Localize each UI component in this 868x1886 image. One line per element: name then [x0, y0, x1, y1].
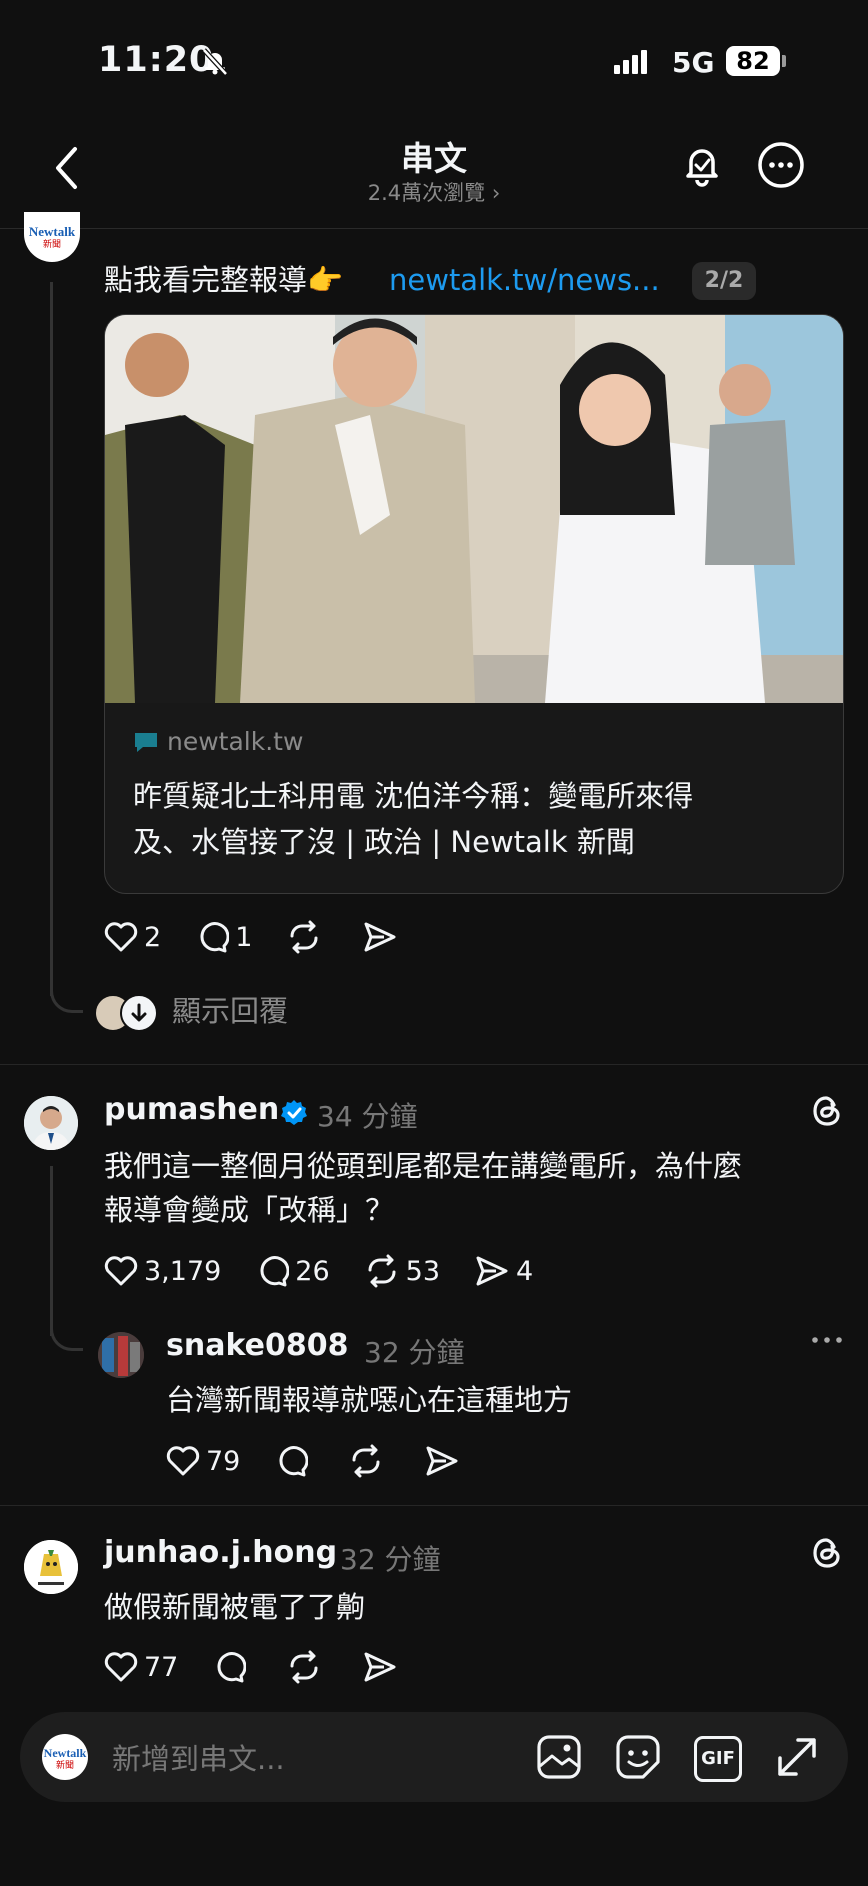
- compose-avatar: Newtalk 新聞: [42, 1734, 88, 1780]
- silent-bell-icon: [202, 48, 228, 76]
- thread-line: [50, 1166, 53, 1336]
- repost-button[interactable]: [286, 1650, 328, 1684]
- send-icon: [364, 922, 396, 952]
- share-count: 4: [516, 1255, 534, 1287]
- reply1-username[interactable]: snake0808: [166, 1328, 348, 1363]
- newtalk-avatar[interactable]: Newtalk 新聞: [24, 212, 80, 262]
- repost-icon: [290, 1650, 318, 1684]
- repost-button[interactable]: [286, 920, 328, 954]
- compose-bar[interactable]: Newtalk 新聞 新增到串文... GIF: [20, 1712, 848, 1802]
- share-button[interactable]: [424, 1444, 466, 1478]
- like-count: 3,179: [144, 1255, 222, 1287]
- thread-curve: [50, 980, 83, 1013]
- comment-icon: [217, 1652, 247, 1683]
- thread-line: [50, 282, 53, 996]
- thread-curve: [50, 1318, 83, 1351]
- notify-bell-icon[interactable]: [677, 140, 727, 190]
- heart-icon: [104, 1652, 138, 1682]
- snake0808-avatar[interactable]: [98, 1332, 144, 1378]
- card-title-line1: 昨質疑北士科用電 沈伯洋今稱：變電所來得: [133, 779, 694, 813]
- share-button[interactable]: 4: [474, 1254, 533, 1288]
- card-title-line2: 及、水管接了沒 | 政治 | Newtalk 新聞: [133, 825, 635, 859]
- send-icon: [426, 1446, 458, 1476]
- compose-input[interactable]: 新增到串文...: [112, 1736, 285, 1778]
- network-label: 5G: [672, 46, 715, 79]
- comment-icon: [200, 922, 230, 953]
- expand-down-icon[interactable]: [120, 994, 158, 1032]
- battery-tip: [782, 55, 786, 67]
- newtalk-logo-sub: 新聞: [55, 1761, 74, 1771]
- reply1-text: 台灣新聞報導就噁心在這種地方: [166, 1383, 573, 1417]
- newtalk-logo-sub: 新聞: [42, 240, 61, 250]
- repost-icon: [352, 1444, 380, 1478]
- repost-button[interactable]: 53: [364, 1254, 440, 1288]
- repost-icon: [290, 920, 318, 954]
- post2-text-line1: 我們這一整個月從頭到尾都是在講變電所，為什麼: [104, 1149, 743, 1183]
- newtalk-logo-text: Newtalk: [43, 1746, 87, 1760]
- comment-icon: [260, 1256, 290, 1287]
- gif-button[interactable]: GIF: [694, 1736, 742, 1782]
- more-options-icon[interactable]: [810, 1330, 844, 1350]
- heart-icon: [104, 922, 138, 952]
- send-icon: [364, 1652, 396, 1682]
- battery-level: 82: [726, 46, 780, 76]
- pumashen-avatar[interactable]: [24, 1096, 78, 1150]
- post2-text-line2: 報導會變成「改稱」？: [104, 1193, 395, 1227]
- send-icon: [476, 1256, 508, 1286]
- reply-button[interactable]: [274, 1444, 314, 1478]
- header-divider: [0, 228, 868, 229]
- post1-text: 點我看完整報導👉: [104, 263, 344, 297]
- like-count: 2: [144, 921, 162, 953]
- share-button[interactable]: [362, 1650, 404, 1684]
- post2-time: 34 分鐘: [317, 1100, 418, 1133]
- post3-text: 做假新聞被電了了齁: [104, 1590, 366, 1624]
- repost-icon: [368, 1254, 396, 1288]
- page-title: 串文: [401, 139, 467, 178]
- card-domain: newtalk.tw: [167, 727, 304, 756]
- repost-count: 53: [405, 1255, 441, 1287]
- junhao-avatar[interactable]: [24, 1540, 78, 1594]
- reply1-time: 32 分鐘: [364, 1336, 465, 1369]
- like-count: 79: [206, 1445, 241, 1477]
- post1-link[interactable]: newtalk.tw/news...: [389, 258, 660, 302]
- status-time: 11:20: [98, 40, 215, 80]
- post-divider: [0, 1064, 868, 1065]
- like-button[interactable]: 2: [104, 921, 161, 953]
- heart-icon: [104, 1256, 138, 1286]
- threads-logo-icon[interactable]: [810, 1536, 844, 1570]
- news-photo: [105, 315, 843, 703]
- newtalk-logo-text: Newtalk: [28, 224, 76, 239]
- like-count: 77: [144, 1651, 179, 1683]
- post3-time: 32 分鐘: [340, 1543, 441, 1576]
- heart-icon: [166, 1446, 200, 1476]
- comment-icon: [279, 1446, 309, 1477]
- reply-count: 1: [235, 921, 253, 953]
- more-options-icon[interactable]: [756, 140, 806, 190]
- threads-logo-icon[interactable]: [810, 1094, 844, 1128]
- like-button[interactable]: 79: [166, 1445, 240, 1477]
- reply-button[interactable]: 1: [195, 920, 252, 954]
- reply-button[interactable]: [212, 1650, 252, 1684]
- link-preview-card[interactable]: newtalk.tw 昨質疑北士科用電 沈伯洋今稱：變電所來得 及、水管接了沒 …: [104, 314, 844, 894]
- image-icon[interactable]: [534, 1732, 584, 1782]
- share-button[interactable]: [362, 920, 404, 954]
- site-favicon-icon: [135, 732, 157, 752]
- post3-username[interactable]: junhao.j.hong: [104, 1535, 337, 1570]
- page-counter: 2/2: [692, 262, 756, 300]
- verified-badge-icon: [281, 1100, 307, 1125]
- show-replies-link[interactable]: 顯示回覆: [172, 988, 288, 1030]
- post-divider: [0, 1505, 868, 1506]
- repost-button[interactable]: [348, 1444, 390, 1478]
- reply-count: 26: [295, 1255, 330, 1287]
- like-button[interactable]: 3,179: [104, 1255, 221, 1287]
- like-button[interactable]: 77: [104, 1651, 178, 1683]
- view-count-link[interactable]: 2.4萬次瀏覽 ›: [0, 177, 868, 207]
- expand-icon[interactable]: [772, 1732, 822, 1782]
- post2-username[interactable]: pumashen: [104, 1092, 279, 1127]
- sticker-icon[interactable]: [613, 1732, 663, 1782]
- signal-icon: [614, 50, 650, 74]
- reply-button[interactable]: 26: [255, 1254, 330, 1288]
